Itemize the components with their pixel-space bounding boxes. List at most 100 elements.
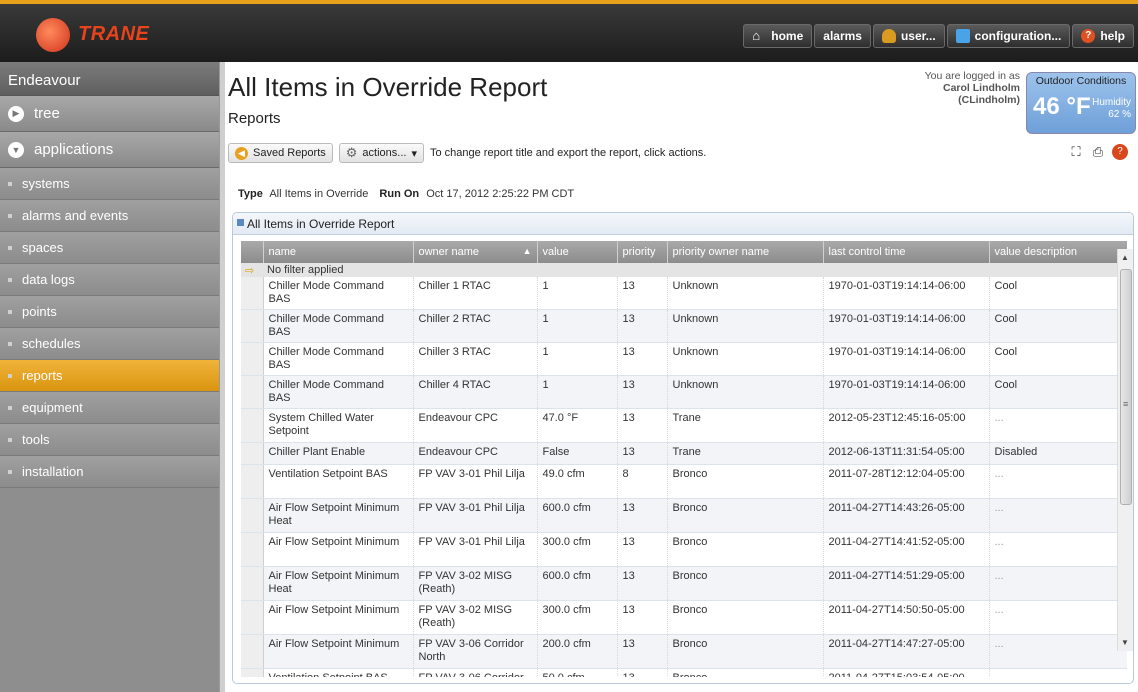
table-row[interactable]: Chiller Mode Command BAS Chiller 1 RTAC 1 1… — [241, 277, 1127, 310]
cell-priority-owner-name: Bronco — [667, 532, 824, 567]
type-label: Type — [238, 188, 263, 200]
chevron-down-icon: ▾ — [411, 147, 417, 160]
user-button[interactable]: user... — [872, 24, 945, 48]
panel-title: All Items in Override Report — [247, 217, 395, 231]
cell-value: False — [537, 442, 618, 465]
cell-name: Ventilation Setpoint BAS — [263, 464, 414, 499]
sidebar-item-label: tools — [22, 432, 50, 447]
column-header-last-control-time[interactable]: last control time — [823, 241, 990, 263]
column-header-name[interactable]: name — [263, 241, 414, 263]
report-grid: name owner name ▲ value priority priority… — [241, 241, 1127, 677]
row-selector[interactable] — [241, 277, 264, 310]
vertical-scrollbar[interactable]: ▲ ≡ ▼ — [1117, 249, 1133, 651]
alarms-button[interactable]: alarms — [814, 24, 871, 48]
row-selector[interactable] — [241, 668, 264, 677]
cell-value: 300.0 cfm — [537, 600, 618, 635]
column-header-value[interactable]: value — [537, 241, 618, 263]
table-row[interactable]: Chiller Mode Command BAS Chiller 3 RTAC 1 1… — [241, 342, 1127, 376]
cell-priority: 13 — [617, 342, 668, 376]
sidebar-item-label: installation — [22, 464, 84, 479]
cell-priority-owner-name: Bronco — [667, 634, 824, 669]
table-row[interactable]: Chiller Mode Command BAS Chiller 2 RTAC 1 1… — [241, 309, 1127, 343]
fullscreen-icon[interactable]: ⛶ — [1068, 144, 1084, 160]
row-selector[interactable] — [241, 309, 264, 343]
cell-value: 600.0 cfm — [537, 498, 618, 533]
configuration-button[interactable]: configuration... — [946, 24, 1071, 48]
sidebar-item-points[interactable]: points — [0, 296, 220, 328]
row-selector[interactable] — [241, 375, 264, 409]
column-header-priority[interactable]: priority — [617, 241, 668, 263]
help-icon[interactable]: ? — [1112, 144, 1128, 160]
cell-value-description: ... — [989, 634, 1127, 669]
filter-row: ⇨ No filter applied — [241, 263, 1127, 277]
table-row[interactable]: Chiller Mode Command BAS Chiller 4 RTAC 1 1… — [241, 375, 1127, 409]
cell-priority: 13 — [617, 634, 668, 669]
table-body: Chiller Mode Command BAS Chiller 1 RTAC 1 1… — [241, 277, 1127, 677]
sidebar-item-tools[interactable]: tools — [0, 424, 220, 456]
sidebar-item-label: systems — [22, 176, 70, 191]
cell-owner-name: Chiller 2 RTAC — [413, 309, 538, 343]
row-selector[interactable] — [241, 566, 264, 601]
row-selector[interactable] — [241, 600, 264, 635]
home-label: home — [771, 29, 804, 43]
table-row[interactable]: Air Flow Setpoint Minimum FP VAV 3-06 Cor… — [241, 634, 1127, 669]
filter-icon[interactable]: ⇨ — [241, 263, 263, 277]
cell-owner-name: FP VAV 3-06 Corridor North — [413, 634, 538, 669]
cell-priority-owner-name: Unknown — [667, 342, 824, 376]
filter-text[interactable]: No filter applied — [263, 263, 1127, 277]
table-row[interactable]: Air Flow Setpoint Minimum Heat FP VAV 3-0… — [241, 566, 1127, 601]
cell-priority-owner-name: Unknown — [667, 277, 824, 310]
sidebar-item-alarms-and-events[interactable]: alarms and events — [0, 200, 220, 232]
cell-last-control-time: 2011-04-27T14:41:52-05:00 — [823, 532, 990, 567]
cell-name: Air Flow Setpoint Minimum Heat — [263, 498, 414, 533]
row-selector[interactable] — [241, 634, 264, 669]
sidebar-item-data-logs[interactable]: data logs — [0, 264, 220, 296]
actions-dropdown[interactable]: ⚙ actions... ▾ — [338, 143, 424, 163]
alarms-label: alarms — [823, 29, 862, 43]
sidebar-item-spaces[interactable]: spaces — [0, 232, 220, 264]
row-selector[interactable] — [241, 498, 264, 533]
row-selector[interactable] — [241, 342, 264, 376]
cell-last-control-time: 2011-04-27T14:50:50-05:00 — [823, 600, 990, 635]
row-selector[interactable] — [241, 464, 264, 499]
table-row[interactable]: System Chilled Water Setpoint Endeavour C… — [241, 408, 1127, 443]
cell-priority: 13 — [617, 277, 668, 310]
cell-priority: 13 — [617, 309, 668, 343]
table-row[interactable]: Ventilation Setpoint BASFP VAV 3-06 Corr… — [241, 668, 1127, 677]
sidebar-item-equipment[interactable]: equipment — [0, 392, 220, 424]
table-row[interactable]: Air Flow Setpoint Minimum Heat FP VAV 3-0… — [241, 498, 1127, 533]
cell-name: Air Flow Setpoint Minimum — [263, 600, 414, 635]
saved-reports-button[interactable]: ◀ Saved Reports — [228, 143, 333, 163]
help-button[interactable]: ? help — [1072, 24, 1134, 48]
row-selector[interactable] — [241, 532, 264, 567]
row-selector[interactable] — [241, 408, 264, 443]
applications-section-toggle[interactable]: ▼ applications — [0, 132, 220, 168]
table-row[interactable]: Ventilation Setpoint BAS FP VAV 3-01 Phil… — [241, 464, 1127, 499]
column-header-owner-name[interactable]: owner name ▲ — [413, 241, 538, 263]
column-header-priority-owner-name[interactable]: priority owner name — [667, 241, 824, 263]
table-row[interactable]: Air Flow Setpoint Minimum FP VAV 3-02 MIS… — [241, 600, 1127, 635]
print-icon[interactable]: ⎙ — [1090, 144, 1106, 160]
row-selector[interactable] — [241, 442, 264, 465]
sidebar-resize-handle[interactable] — [219, 62, 225, 692]
sidebar-item-installation[interactable]: installation — [0, 456, 220, 488]
help-label: help — [1100, 29, 1125, 43]
scroll-down-icon[interactable]: ▼ — [1121, 638, 1129, 647]
table-row[interactable]: Air Flow Setpoint Minimum FP VAV 3-01 Phi… — [241, 532, 1127, 567]
sidebar: Endeavour ▶ tree ▼ applications systems … — [0, 62, 220, 692]
sidebar-item-schedules[interactable]: schedules — [0, 328, 220, 360]
collapse-icon[interactable] — [237, 219, 244, 226]
home-button[interactable]: ⌂ home — [743, 24, 813, 48]
column-header-value-description[interactable]: value description — [989, 241, 1127, 263]
tree-section-toggle[interactable]: ▶ tree — [0, 96, 220, 132]
cell-priority: 13 — [617, 408, 668, 443]
bullet-icon — [8, 405, 12, 410]
scroll-up-icon[interactable]: ▲ — [1121, 253, 1129, 262]
cell-value: 600.0 cfm — [537, 566, 618, 601]
cell-value: 200.0 cfm — [537, 634, 618, 669]
sidebar-item-reports[interactable]: reports — [0, 360, 220, 392]
table-row[interactable]: Chiller Plant Enable Endeavour CPC False 13… — [241, 442, 1127, 465]
sidebar-item-systems[interactable]: systems — [0, 168, 220, 200]
scrollbar-thumb[interactable] — [1120, 269, 1132, 505]
cell-value: 50.0 cfm — [537, 668, 618, 677]
